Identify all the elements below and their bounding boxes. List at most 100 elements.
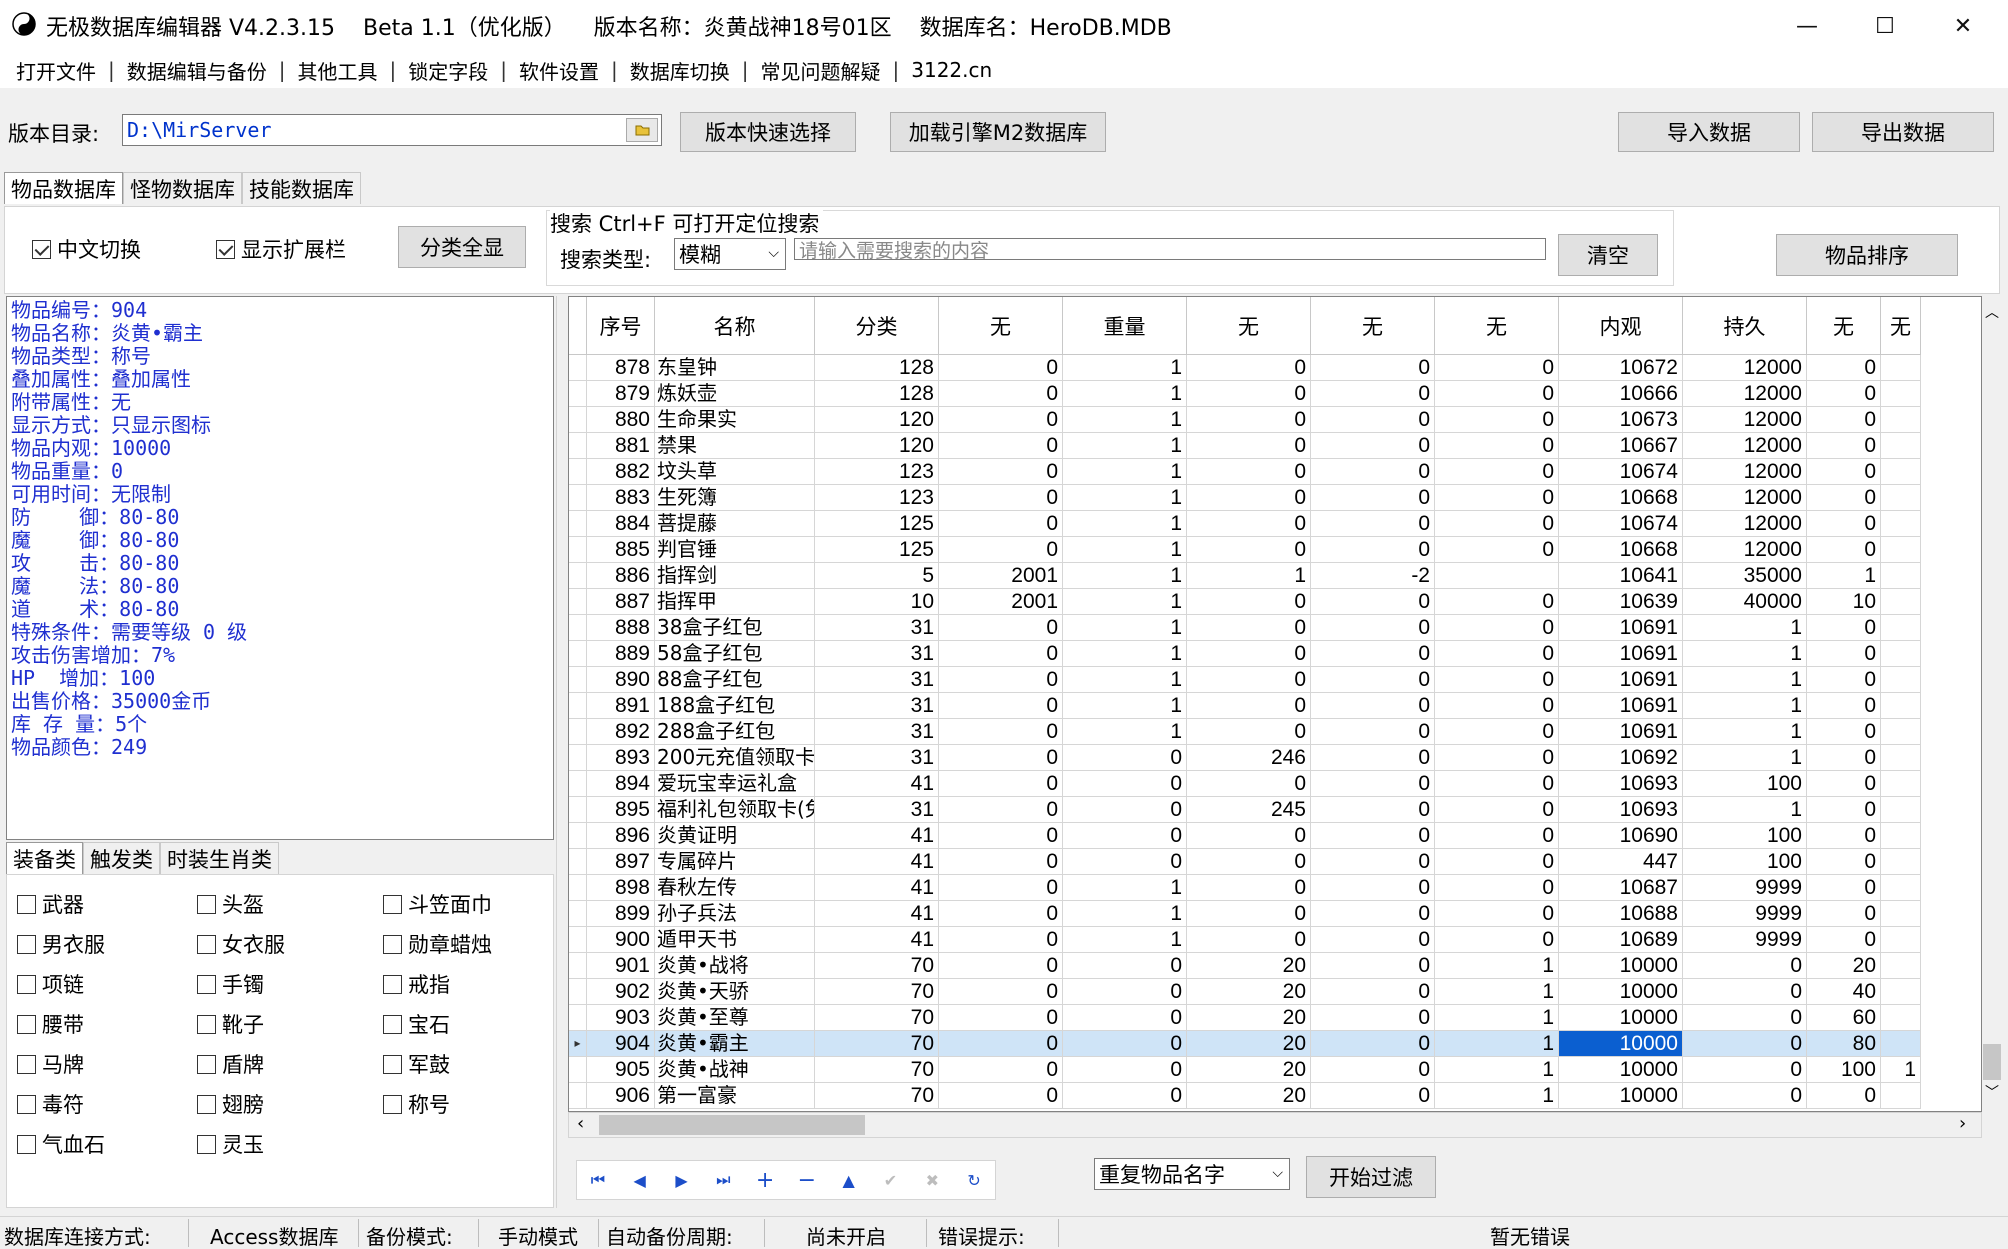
- table-cell[interactable]: [1881, 667, 1921, 693]
- table-cell[interactable]: 坟头草: [655, 459, 815, 485]
- table-cell[interactable]: 1: [1881, 1057, 1921, 1083]
- table-cell[interactable]: 0: [1435, 719, 1559, 745]
- table-cell[interactable]: 0: [1187, 693, 1311, 719]
- table-cell[interactable]: 894: [587, 771, 655, 797]
- table-cell[interactable]: 0: [1435, 823, 1559, 849]
- table-cell[interactable]: 10668: [1559, 537, 1683, 563]
- tab-item-db[interactable]: 物品数据库: [4, 172, 123, 204]
- sort-items-button[interactable]: 物品排序: [1776, 234, 1958, 276]
- table-row[interactable]: 891 188盒子红包 31 0 1 0 0 0 10691 1 0: [569, 693, 1921, 719]
- table-cell[interactable]: 0: [1311, 1031, 1435, 1057]
- table-cell[interactable]: 生死簿: [655, 485, 815, 511]
- table-cell[interactable]: 0: [1807, 719, 1881, 745]
- table-cell[interactable]: 专属碎片: [655, 849, 815, 875]
- table-cell[interactable]: 128: [815, 355, 939, 381]
- table-cell[interactable]: 0: [939, 797, 1063, 823]
- table-cell[interactable]: 879: [587, 381, 655, 407]
- table-cell[interactable]: 0: [939, 1031, 1063, 1057]
- table-cell[interactable]: 福利礼包领取卡(免: [655, 797, 815, 823]
- table-cell[interactable]: 0: [939, 1005, 1063, 1031]
- table-cell[interactable]: 0: [939, 485, 1063, 511]
- table-cell[interactable]: 0: [939, 667, 1063, 693]
- table-cell[interactable]: 10689: [1559, 927, 1683, 953]
- row-indicator[interactable]: [569, 589, 587, 615]
- vertical-scroll-thumb[interactable]: [1983, 1044, 2001, 1080]
- table-cell[interactable]: 1: [1063, 901, 1187, 927]
- row-indicator[interactable]: [569, 1005, 587, 1031]
- close-button[interactable]: ✕: [1920, 0, 2006, 52]
- table-cell[interactable]: 31: [815, 667, 939, 693]
- table-cell[interactable]: 0: [1807, 927, 1881, 953]
- tab-equipment[interactable]: 装备类: [6, 842, 83, 874]
- table-cell[interactable]: 0: [1311, 537, 1435, 563]
- table-cell[interactable]: 0: [1683, 1031, 1807, 1057]
- column-header[interactable]: 无: [1881, 297, 1921, 355]
- table-cell[interactable]: 10667: [1559, 433, 1683, 459]
- table-cell[interactable]: [1881, 459, 1921, 485]
- table-cell[interactable]: 1: [1063, 563, 1187, 589]
- table-cell[interactable]: 0: [1683, 953, 1807, 979]
- table-cell[interactable]: 0: [1311, 407, 1435, 433]
- table-cell[interactable]: 891: [587, 693, 655, 719]
- table-cell[interactable]: 0: [1807, 511, 1881, 537]
- category-checkbox[interactable]: 翅膀: [197, 1089, 264, 1119]
- table-cell[interactable]: 70: [815, 979, 939, 1005]
- table-cell[interactable]: 0: [1435, 485, 1559, 511]
- table-cell[interactable]: 10691: [1559, 719, 1683, 745]
- table-cell[interactable]: 31: [815, 641, 939, 667]
- table-row[interactable]: 888 38盒子红包 31 0 1 0 0 0 10691 1 0: [569, 615, 1921, 641]
- table-cell[interactable]: 70: [815, 1031, 939, 1057]
- category-checkbox[interactable]: 武器: [17, 889, 84, 919]
- menu-faq[interactable]: 常见问题解疑: [753, 56, 889, 85]
- tab-monster-db[interactable]: 怪物数据库: [123, 172, 242, 204]
- row-indicator[interactable]: [569, 537, 587, 563]
- row-indicator[interactable]: [569, 901, 587, 927]
- start-filter-button[interactable]: 开始过滤: [1306, 1156, 1436, 1198]
- table-cell[interactable]: 70: [815, 1005, 939, 1031]
- table-cell[interactable]: 0: [1311, 875, 1435, 901]
- table-cell[interactable]: 10691: [1559, 641, 1683, 667]
- vertical-scrollbar[interactable]: ︿ ﹀: [1982, 296, 2002, 1138]
- table-cell[interactable]: 0: [1807, 355, 1881, 381]
- table-cell[interactable]: 0: [1807, 823, 1881, 849]
- table-cell[interactable]: 0: [1311, 719, 1435, 745]
- table-cell[interactable]: [1881, 771, 1921, 797]
- table-cell[interactable]: 41: [815, 927, 939, 953]
- table-cell[interactable]: 0: [1311, 1057, 1435, 1083]
- table-cell[interactable]: 0: [1807, 745, 1881, 771]
- column-header[interactable]: 分类: [815, 297, 939, 355]
- row-indicator[interactable]: [569, 719, 587, 745]
- table-cell[interactable]: 0: [939, 849, 1063, 875]
- table-cell[interactable]: 0: [1807, 901, 1881, 927]
- table-cell[interactable]: 10: [1807, 589, 1881, 615]
- table-cell[interactable]: [1881, 719, 1921, 745]
- table-cell[interactable]: 125: [815, 511, 939, 537]
- table-cell[interactable]: 0: [1807, 641, 1881, 667]
- table-cell[interactable]: 0: [939, 719, 1063, 745]
- table-row[interactable]: 900 遁甲天书 41 0 1 0 0 0 10689 9999 0: [569, 927, 1921, 953]
- column-header[interactable]: 内观: [1559, 297, 1683, 355]
- table-cell[interactable]: 1: [1063, 719, 1187, 745]
- table-cell[interactable]: 40000: [1683, 589, 1807, 615]
- table-cell[interactable]: 0: [1807, 797, 1881, 823]
- table-cell[interactable]: 1: [1435, 1083, 1559, 1109]
- table-cell[interactable]: 0: [1063, 771, 1187, 797]
- table-cell[interactable]: 1: [1435, 1005, 1559, 1031]
- import-button[interactable]: 导入数据: [1618, 112, 1800, 152]
- table-cell[interactable]: 893: [587, 745, 655, 771]
- table-cell[interactable]: 0: [1435, 693, 1559, 719]
- table-cell[interactable]: 0: [1311, 693, 1435, 719]
- table-cell[interactable]: 10691: [1559, 693, 1683, 719]
- table-cell[interactable]: 1: [1807, 563, 1881, 589]
- table-row[interactable]: 883 生死簿 123 0 1 0 0 0 10668 12000 0: [569, 485, 1921, 511]
- table-cell[interactable]: 900: [587, 927, 655, 953]
- menu-db-switch[interactable]: 数据库切换: [622, 56, 738, 85]
- category-checkbox[interactable]: 腰带: [17, 1009, 84, 1039]
- table-cell[interactable]: 288盒子红包: [655, 719, 815, 745]
- table-cell[interactable]: 爱玩宝幸运礼盒: [655, 771, 815, 797]
- table-row-selected[interactable]: ▸ 904 炎黄•霸主 70 0 0 20 0 1 10000 0 80: [569, 1031, 1921, 1057]
- clear-button[interactable]: 清空: [1558, 234, 1658, 276]
- table-row[interactable]: 878 东皇钟 128 0 1 0 0 0 10672 12000 0: [569, 355, 1921, 381]
- table-cell[interactable]: [1881, 927, 1921, 953]
- table-cell[interactable]: 东皇钟: [655, 355, 815, 381]
